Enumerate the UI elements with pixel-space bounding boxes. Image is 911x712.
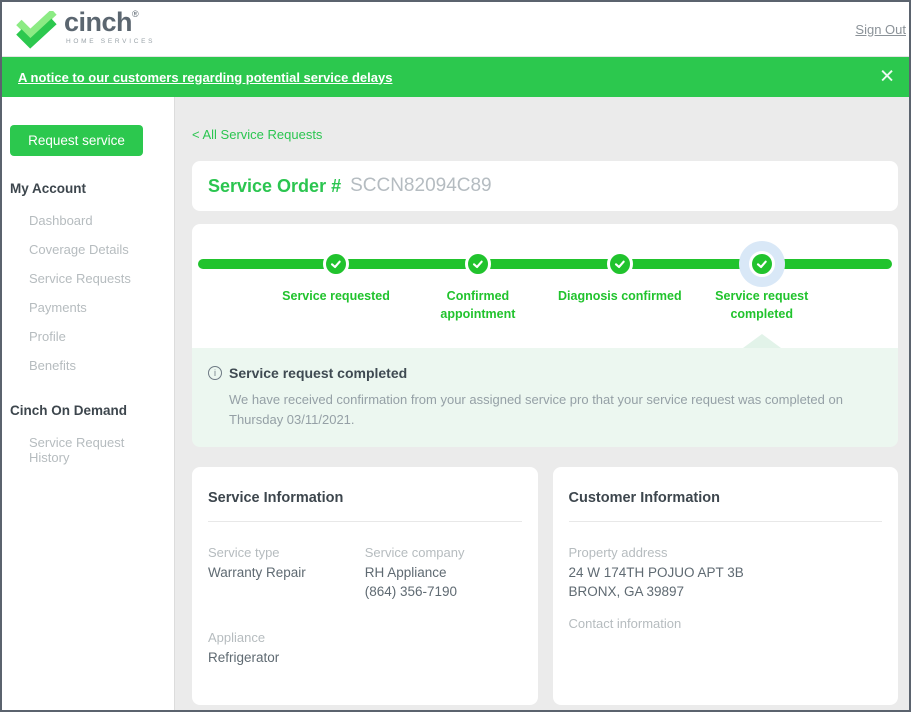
field-contact-information: Contact information [569, 616, 883, 631]
body-row: Request service My Account Dashboard Cov… [2, 97, 909, 710]
request-service-button[interactable]: Request service [10, 125, 143, 156]
sign-out-link[interactable]: Sign Out [855, 22, 906, 37]
field-label: Property address [568, 545, 668, 560]
field-value-phone: (864) 356-7190 [364, 583, 458, 599]
check-icon [464, 251, 491, 277]
field-value: Refrigerator [208, 649, 280, 665]
sidebar-item-payments[interactable]: Payments [10, 295, 166, 320]
sidebar-heading-my-account: My Account [10, 181, 87, 196]
double-checkmark-logo-icon [14, 9, 58, 49]
check-icon [323, 251, 350, 277]
step-confirmed-appointment [464, 251, 491, 277]
field-value: Warranty Repair [208, 565, 306, 580]
sidebar-item-dashboard[interactable]: Dashboard [10, 208, 166, 233]
sidebar-item-coverage-details[interactable]: Coverage Details [10, 237, 166, 262]
field-value: RH Appliance [364, 565, 447, 580]
step-service-request-completed [738, 241, 785, 287]
caret-up-icon [742, 334, 781, 348]
step-label-confirmed-appointment: Confirmed appointment [440, 289, 516, 321]
sidebar: Request service My Account Dashboard Cov… [2, 97, 175, 710]
field-label: Contact information [568, 615, 682, 631]
sidebar-item-service-request-history[interactable]: Service Request History [10, 430, 166, 470]
sidebar-item-service-requests[interactable]: Service Requests [10, 266, 166, 291]
step-label-service-requested: Service requested [282, 289, 390, 303]
sidebar-item-profile[interactable]: Profile [10, 324, 166, 349]
brand-name: cinch [64, 7, 133, 37]
check-icon [606, 251, 633, 277]
progress-section: Service requested Confirmed appointment … [192, 224, 898, 447]
main-content: < All Service Requests Service Order # S… [175, 97, 909, 710]
field-property-address: Property address 24 W 174TH POJUO APT 3B… [569, 545, 883, 602]
status-title: Service request completed [229, 365, 408, 381]
service-information-card: Service Information Service type Warrant… [192, 467, 538, 705]
step-service-requested [323, 251, 350, 277]
info-icon: i [208, 366, 222, 380]
field-label: Appliance [208, 629, 266, 645]
cinch-logo: cinch® HOME SERVICES [14, 9, 155, 49]
status-body: We have received confirmation from your … [229, 392, 843, 427]
field-appliance: Appliance Refrigerator [208, 630, 365, 668]
app-window: cinch® HOME SERVICES Sign Out A notice t… [0, 0, 911, 712]
notice-link[interactable]: A notice to our customers regarding pote… [18, 70, 392, 85]
sidebar-item-benefits[interactable]: Benefits [10, 353, 166, 378]
progress-bar [198, 259, 892, 269]
status-message-box: i Service request completed We have rece… [192, 348, 898, 447]
close-icon[interactable]: ✕ [879, 68, 895, 87]
info-cards-row: Service Information Service type Warrant… [192, 467, 898, 705]
field-value-address-line2: BRONX, GA 39897 [568, 583, 685, 599]
step-label-service-request-completed: Service request completed [715, 289, 809, 321]
customer-information-title: Customer Information [568, 490, 720, 506]
divider [568, 521, 882, 522]
service-order-card: Service Order # SCCN82094C89 [192, 161, 898, 211]
notice-banner: A notice to our customers regarding pote… [2, 57, 909, 97]
field-value-address-line1: 24 W 174TH POJUO APT 3B [568, 565, 744, 580]
sidebar-heading-cinch-on-demand: Cinch On Demand [10, 403, 128, 418]
divider [208, 521, 522, 522]
step-label-diagnosis-confirmed: Diagnosis confirmed [558, 289, 682, 303]
field-label: Service type [208, 545, 280, 560]
back-link-all-service-requests[interactable]: < All Service Requests [192, 127, 898, 142]
service-order-label: Service Order # [208, 175, 342, 196]
brand-tagline: HOME SERVICES [66, 38, 156, 45]
field-service-company: Service company RH Appliance (864) 356-7… [365, 545, 522, 602]
step-diagnosis-confirmed [606, 251, 633, 277]
check-icon [748, 251, 775, 277]
registered-mark: ® [132, 9, 139, 19]
customer-information-card: Customer Information Property address 24… [552, 467, 898, 705]
service-information-title: Service Information [208, 490, 344, 506]
service-order-number: SCCN82094C89 [350, 175, 492, 196]
app-header: cinch® HOME SERVICES Sign Out [2, 2, 909, 57]
field-service-type: Service type Warranty Repair [208, 545, 365, 602]
progress-tracker: Service requested Confirmed appointment … [192, 224, 898, 348]
field-label: Service company [364, 545, 465, 560]
